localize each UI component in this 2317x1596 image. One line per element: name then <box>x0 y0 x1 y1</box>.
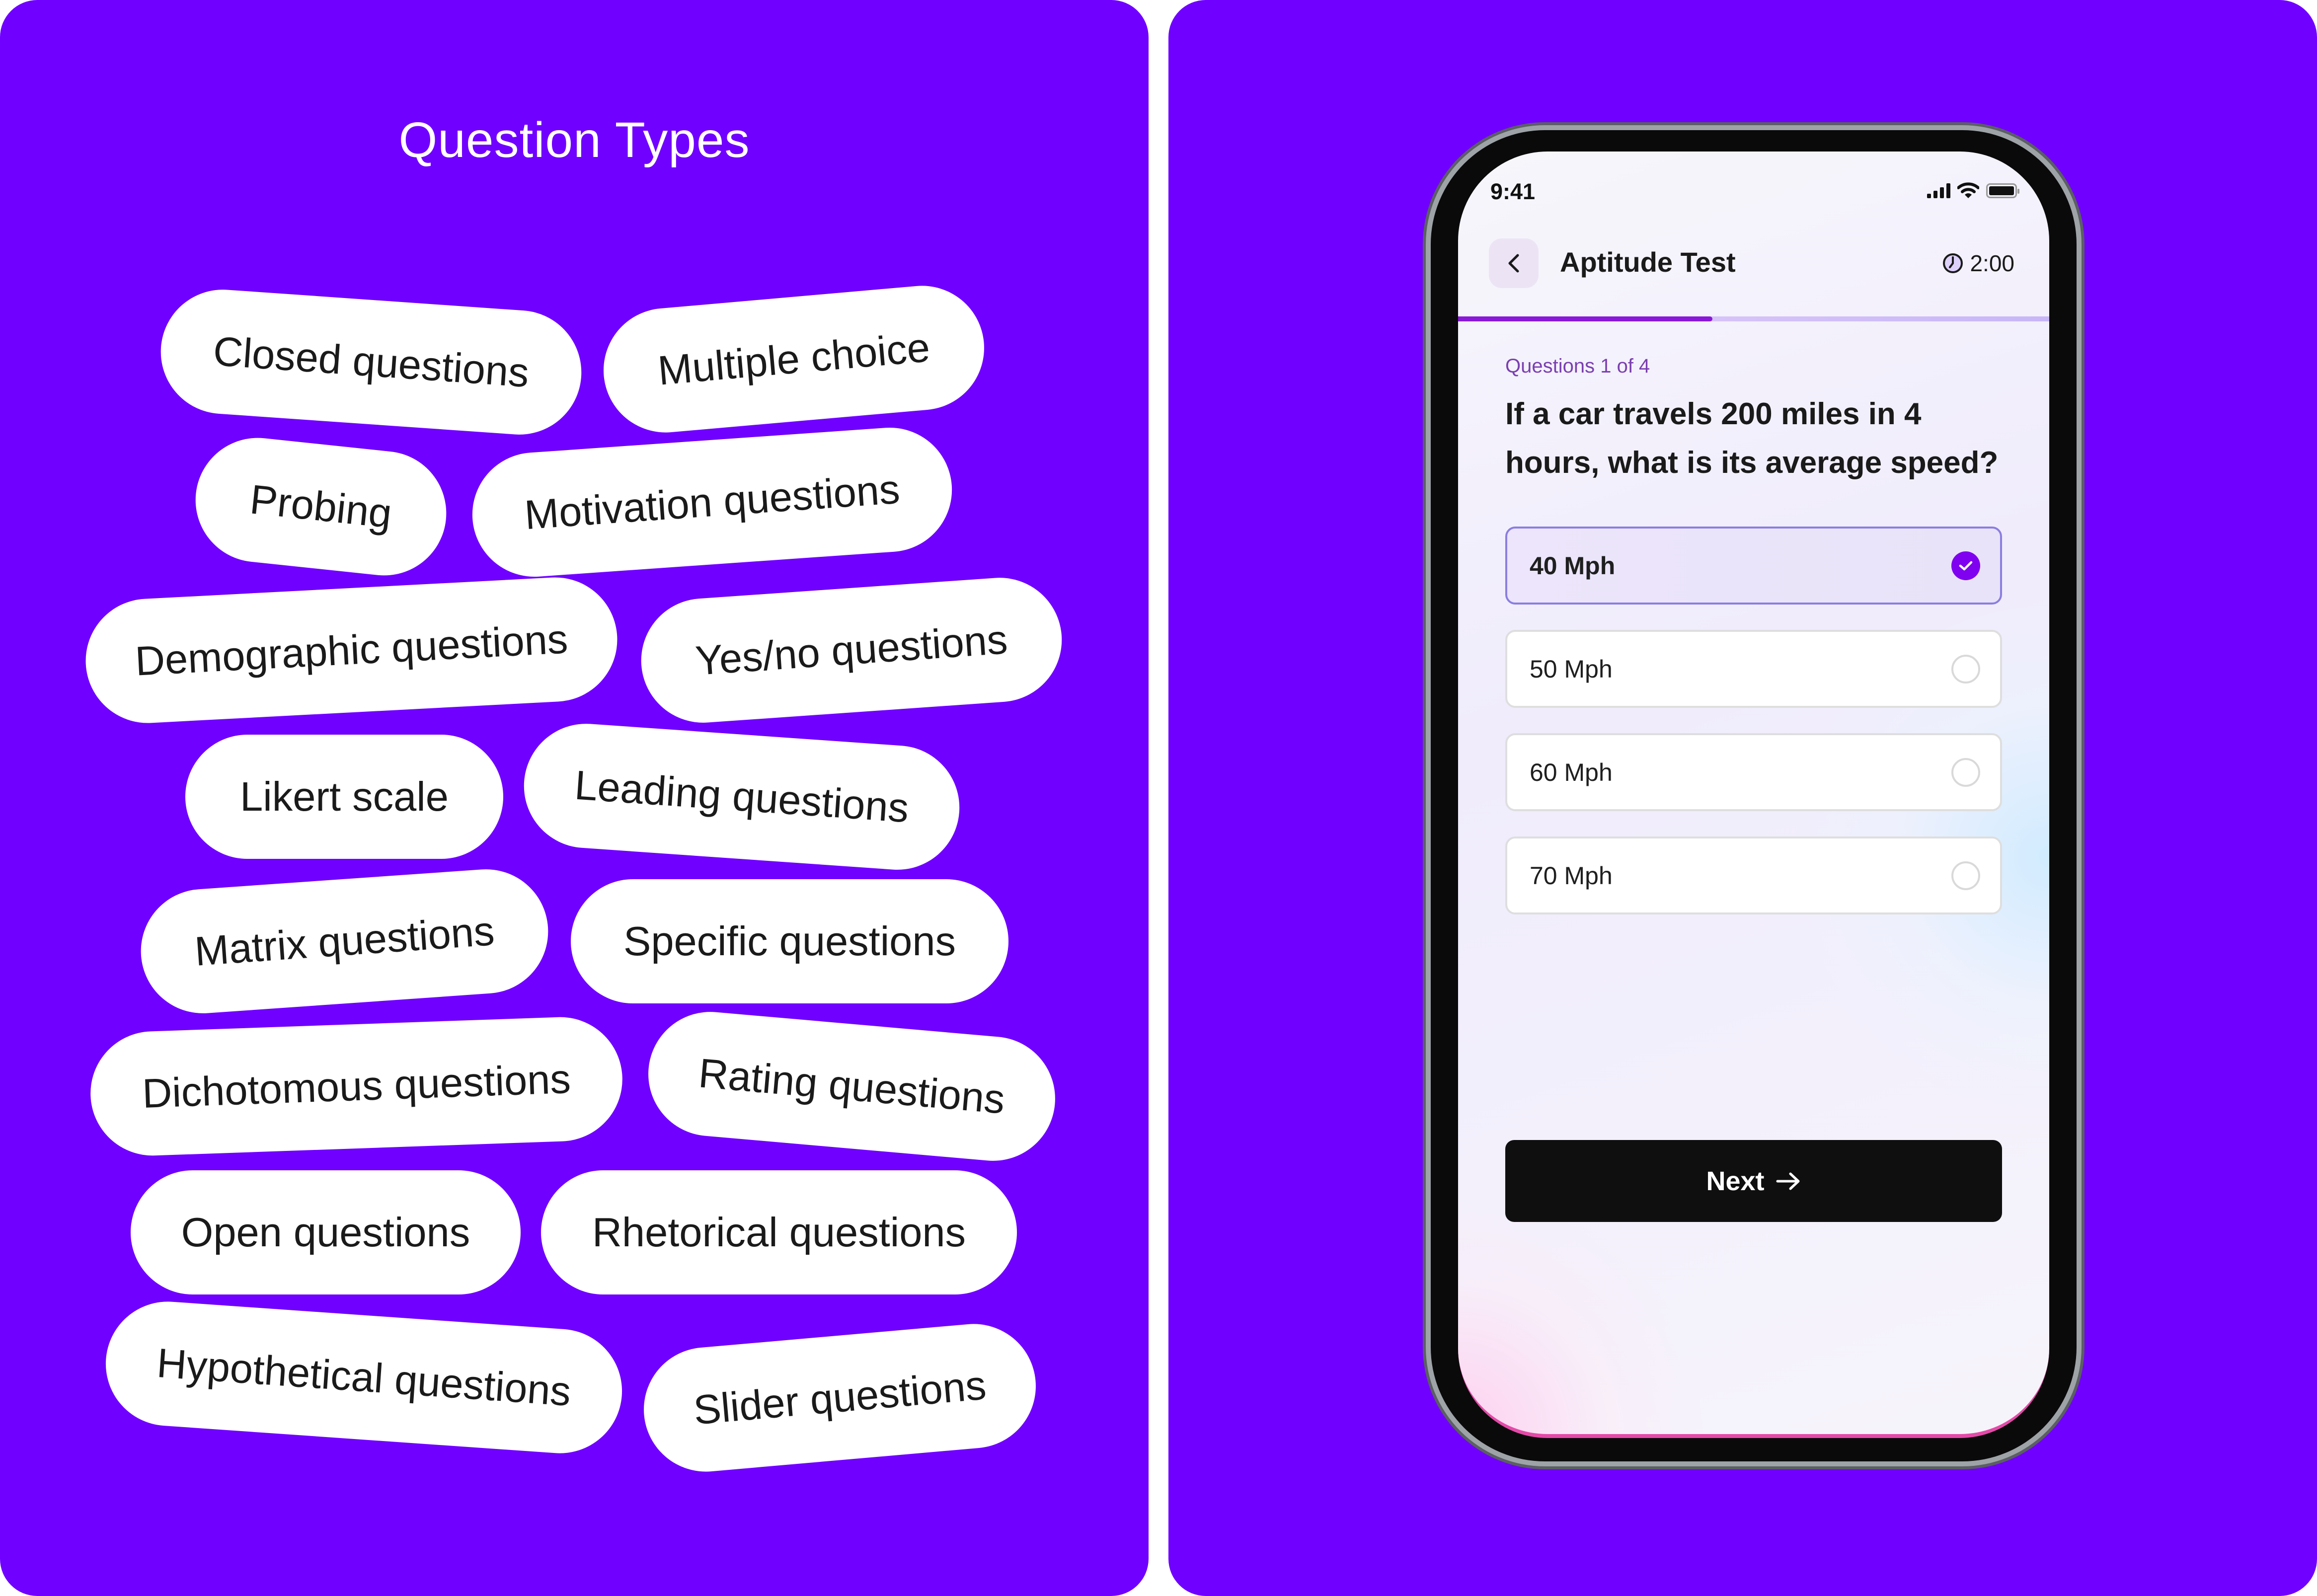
option-label: 60 Mph <box>1530 758 1613 786</box>
pill-yes-no-questions: Yes/no questions <box>637 573 1066 727</box>
radio-icon[interactable] <box>1951 654 1980 684</box>
question-text: If a car travels 200 miles in 4 hours, w… <box>1505 397 1999 480</box>
back-button[interactable] <box>1489 238 1539 288</box>
question-types-panel: Question Types Closed questions Multiple… <box>0 0 1149 1596</box>
next-button-label: Next <box>1706 1166 1765 1196</box>
next-button[interactable]: Next <box>1505 1140 2002 1222</box>
chevron-left-icon <box>1508 254 1519 273</box>
signal-icon <box>1927 183 1950 198</box>
option-label: 50 Mph <box>1530 655 1613 683</box>
arrow-right-icon <box>1776 1172 1800 1190</box>
radio-icon[interactable] <box>1951 758 1980 787</box>
status-time: 9:41 <box>1490 179 1536 204</box>
pill-dichotomous-questions: Dichotomous questions <box>88 1015 625 1158</box>
option-70-mph[interactable]: 70 Mph <box>1505 836 2002 914</box>
timer-value: 2:00 <box>1970 250 2014 276</box>
phone-screen: 9:41 Aptitude Test 2:00 Questions 1 of 4… <box>1458 152 2049 1438</box>
option-60-mph[interactable]: 60 Mph <box>1505 733 2002 811</box>
screen-title: Aptitude Test <box>1560 246 1736 278</box>
pill-matrix-questions: Matrix questions <box>137 865 552 1018</box>
pill-probing: Probing <box>189 432 453 582</box>
pill-leading-questions: Leading questions <box>520 719 964 874</box>
option-label: 40 Mph <box>1530 551 1616 580</box>
timer: 2:00 <box>1942 250 2014 277</box>
pill-rhetorical-questions: Rhetorical questions <box>541 1170 1017 1294</box>
panel-heading: Question Types <box>398 112 750 168</box>
pill-multiple-choice: Multiple choice <box>598 281 990 438</box>
pill-hypothetical-questions: Hypothetical questions <box>101 1297 626 1458</box>
pill-specific-questions: Specific questions <box>571 879 1008 1003</box>
pill-motivation-questions: Motivation questions <box>468 423 956 581</box>
pill-open-questions: Open questions <box>131 1170 521 1294</box>
pill-demographic-questions: Demographic questions <box>82 574 620 726</box>
pill-rating-questions: Rating questions <box>643 1006 1061 1166</box>
option-label: 70 Mph <box>1530 861 1613 890</box>
radio-checked-icon[interactable] <box>1951 551 1980 580</box>
check-icon <box>1959 561 1973 570</box>
wifi-icon <box>1957 182 1979 198</box>
pill-slider-questions: Slider questions <box>638 1319 1041 1477</box>
progress-fill <box>1458 316 1712 321</box>
battery-icon <box>1986 183 2019 198</box>
pill-closed-questions: Closed questions <box>156 285 586 439</box>
pill-likert-scale: Likert scale <box>185 735 503 859</box>
radio-icon[interactable] <box>1951 861 1980 890</box>
clock-icon <box>1943 253 1963 273</box>
question-counter: Questions 1 of 4 <box>1505 355 1650 377</box>
option-50-mph[interactable]: 50 Mph <box>1505 630 2002 708</box>
option-40-mph[interactable]: 40 Mph <box>1505 527 2002 605</box>
status-icons <box>1927 182 2019 199</box>
